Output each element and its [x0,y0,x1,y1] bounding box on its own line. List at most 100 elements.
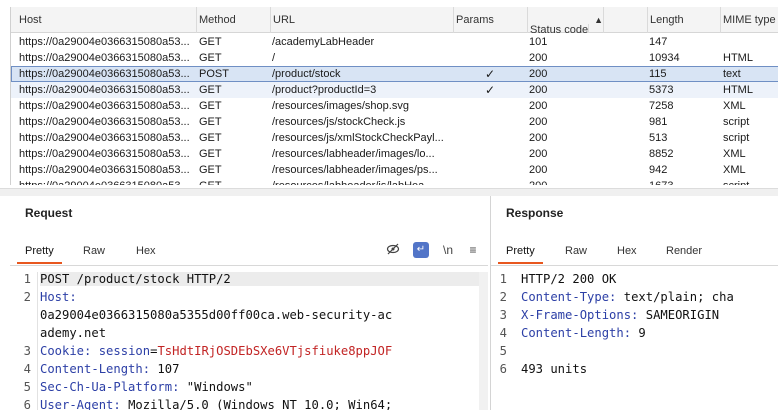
request-title: Request [25,206,73,220]
cell-status-code: 200 [529,116,548,128]
tab-hex[interactable]: Hex [617,242,637,264]
table-row[interactable]: https://0a29004e0366315080a53...GET/reso… [11,162,778,178]
cell-url: /resources/images/shop.svg [272,100,409,112]
cell-status-code: 200 [529,148,548,160]
table-row[interactable]: https://0a29004e0366315080a53...GET/reso… [11,114,778,130]
content-length-line: Content-Length: 107 [40,362,179,376]
tabs-separator [10,265,488,266]
cell-host: https://0a29004e0366315080a53... [19,178,197,185]
cell-status-code: 200 [529,84,548,96]
cell-host: https://0a29004e0366315080a53... [19,164,190,176]
cell-url: / [272,52,276,64]
column-header-mime-type[interactable]: MIME type [721,7,778,33]
x-frame-options-line: X-Frame-Options: SAMEORIGIN [521,308,719,322]
cell-params [455,114,525,130]
header-value-host: 0a29004e0366315080a5355d00ff00ca.web-sec… [40,308,393,322]
request-editor[interactable]: 1 2 3 4 5 6 POST /product/stock HTTP/2 H… [10,272,488,410]
cell-mime-type: script [723,132,750,144]
cell-params [455,146,525,162]
cell-mime-type: text [723,68,741,80]
line-number: 1 [23,272,31,286]
cell-length: 8852 [649,148,674,160]
tab-render[interactable]: Render [666,242,702,264]
column-header-host[interactable]: Host [11,7,197,33]
pane-divider[interactable] [0,188,778,196]
tab-pretty[interactable]: Pretty [498,242,543,264]
cell-method: GET [199,36,222,48]
cell-method: GET [199,164,222,176]
cell-params [455,178,525,185]
cookie-name: session [98,344,151,358]
content-type-line: Content-Type: text/plain; cha [521,290,734,304]
column-header-status-label: Status code [530,24,590,33]
column-header-length[interactable]: Length [648,7,721,33]
table-row[interactable]: https://0a29004e0366315080a53...GET/reso… [11,178,778,185]
table-row[interactable]: https://0a29004e0366315080a53... GET/prod… [11,82,778,98]
cell-params [455,162,525,178]
response-editor[interactable]: 1 2 3 4 5 6 HTTP/2 200 OK Content-Type: … [491,272,778,410]
column-header-method[interactable]: Method [197,7,271,33]
header-key-cookie: Cookie: [40,344,92,358]
header-key-x-frame-options: X-Frame-Options: [521,308,639,322]
column-header-url[interactable]: URL [271,7,454,33]
cell-method: GET [199,178,269,185]
cell-host: https://0a29004e0366315080a53... [19,52,190,64]
cell-mime-type: XML [723,148,746,160]
table-row[interactable]: https://0a29004e0366315080a53... POST/pro… [11,66,778,82]
column-header-status-code[interactable]: Status code ▲ [528,7,648,33]
table-row[interactable]: https://0a29004e0366315080a53... GET/acad… [11,34,778,50]
table-header: Host Method URL Params Status code ▲ Leng… [11,7,778,33]
user-agent-line: User-Agent: Mozilla/5.0 (Windows NT 10.0… [40,398,392,410]
cell-url: /resources/labheader/js/labHea... [272,178,452,185]
header-value-content-type: text/plain; cha [623,290,734,304]
tab-hex[interactable]: Hex [136,242,156,264]
tab-raw[interactable]: Raw [565,242,587,264]
cell-mime-type: script [723,178,778,185]
request-scrollbar[interactable] [479,272,488,410]
content-length-line: Content-Length: 9 [521,326,646,340]
cell-length: 147 [649,36,668,48]
response-body: 493 units [521,362,588,376]
table-row[interactable]: https://0a29004e0366315080a53...GET/reso… [11,130,778,146]
tabs-separator [491,265,778,266]
response-title: Response [506,206,564,220]
line-number: 6 [499,362,507,376]
cell-status-code: 200 [529,68,548,80]
line-number: 1 [499,272,507,286]
header-key-content-type: Content-Type: [521,290,617,304]
table-row[interactable]: https://0a29004e0366315080a53... GET / 200 1… [11,50,778,66]
cell-mime-type: HTML [723,84,753,96]
cell-params [455,34,525,50]
cell-status-code: 200 [529,100,548,112]
cell-url: /product/stock [272,68,341,80]
cell-length: 7258 [649,100,674,112]
menu-icon[interactable]: ≡ [465,242,481,258]
header-value-user-agent: Mozilla/5.0 (Windows NT 10.0; Win64; [128,398,393,410]
sort-ascending-icon[interactable]: ▲ [594,7,605,33]
cell-length: 1673 [649,178,719,185]
tab-pretty[interactable]: Pretty [17,242,62,264]
newline-toggle-button[interactable]: \n [440,242,456,258]
eye-off-icon[interactable] [385,242,401,258]
cell-host: https://0a29004e0366315080a53... [19,84,190,96]
cell-length: 981 [649,116,668,128]
response-pane: Response Pretty Raw Hex Render 1 2 3 4 5… [490,196,778,410]
line-number: 3 [23,344,31,358]
cell-host: https://0a29004e0366315080a53... [19,100,190,112]
cell-status-code: 200 [529,52,548,64]
header-value-content-length: 107 [157,362,180,376]
header-key-content-length: Content-Length: [521,326,632,340]
tab-raw[interactable]: Raw [83,242,105,264]
cell-host: https://0a29004e0366315080a53... [19,68,190,80]
column-header-params[interactable]: Params [454,7,528,33]
wrap-lines-icon[interactable]: ↵ [413,242,429,258]
header-value-content-length: 9 [638,326,646,340]
table-row[interactable]: https://0a29004e0366315080a53...GET/reso… [11,98,778,114]
proxy-history-table: Host Method URL Params Status code ▲ Leng… [10,7,778,185]
table-row[interactable]: https://0a29004e0366315080a53...GET/reso… [11,146,778,162]
cell-host: https://0a29004e0366315080a53... [19,116,190,128]
line-number: 5 [23,380,31,394]
request-line: POST /product/stock HTTP/2 [40,272,480,286]
cell-host: https://0a29004e0366315080a53... [19,148,190,160]
header-key-content-length: Content-Length: [40,362,151,376]
